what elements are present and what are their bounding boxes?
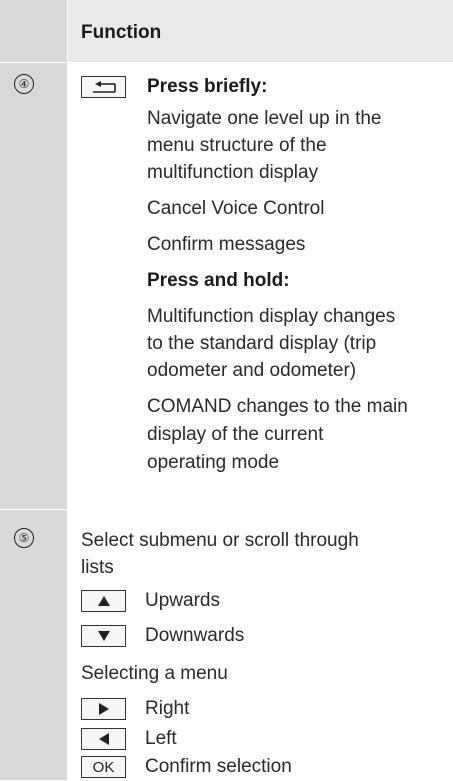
- hold-line: COMAND changes to the main: [147, 396, 408, 417]
- column-divider: [67, 0, 68, 780]
- hold-line: display of the current: [147, 424, 324, 445]
- brief-line: Confirm messages: [147, 234, 306, 255]
- table-header-function: Function: [81, 22, 162, 43]
- brief-line: Navigate one level up in the: [147, 108, 382, 129]
- brief-line: Cancel Voice Control: [147, 198, 325, 219]
- up-arrow-key-icon: [81, 590, 126, 612]
- ok-key-text: OK: [92, 758, 115, 776]
- brief-line: menu structure of the: [147, 135, 327, 156]
- key-label-downwards: Downwards: [145, 625, 245, 646]
- number-column: [0, 0, 67, 780]
- row-number-5: ⑤: [14, 528, 34, 548]
- hold-line: to the standard display (trip: [147, 333, 377, 354]
- back-key-icon: [81, 76, 126, 98]
- hold-line: Multifunction display changes: [147, 306, 396, 327]
- brief-line: multifunction display: [147, 162, 319, 183]
- right-arrow-key-icon: [81, 698, 126, 720]
- press-and-hold-label: Press and hold:: [147, 270, 290, 291]
- down-arrow-key-icon: [81, 625, 126, 647]
- selecting-menu-label: Selecting a menu: [81, 663, 228, 684]
- hold-line: odometer and odometer): [147, 360, 357, 381]
- left-arrow-key-icon: [81, 728, 126, 750]
- press-briefly-label: Press briefly:: [147, 76, 268, 97]
- row-number-4: ④: [14, 74, 34, 94]
- hold-line: operating mode: [147, 452, 280, 473]
- key-label-left: Left: [145, 728, 177, 749]
- function-table: Function ④ Press briefly: Navigate one l…: [0, 0, 453, 780]
- intro-line: lists: [81, 557, 114, 578]
- ok-key-icon: OK: [81, 756, 126, 778]
- key-label-upwards: Upwards: [145, 590, 220, 611]
- key-label-confirm-selection: Confirm selection: [145, 756, 292, 777]
- key-label-right: Right: [145, 698, 190, 719]
- intro-line: Select submenu or scroll through: [81, 530, 359, 551]
